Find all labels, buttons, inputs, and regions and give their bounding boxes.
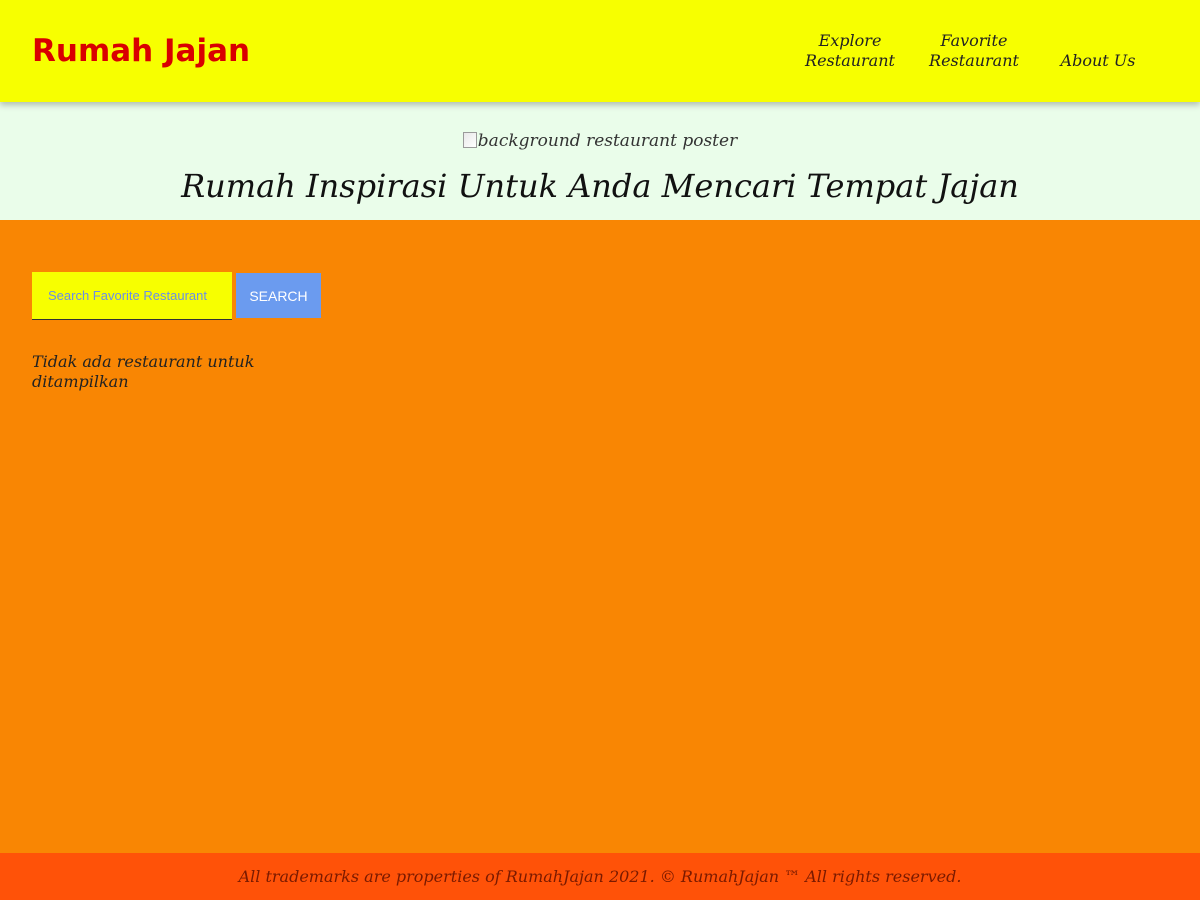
app-header: Rumah Jajan Explore Restaurant Favorite … — [0, 0, 1200, 102]
nav-favorite-line2: Restaurant — [929, 51, 1019, 70]
nav-explore-restaurant[interactable]: Explore Restaurant — [788, 31, 912, 71]
hero-title: Rumah Inspirasi Untuk Anda Mencari Tempa… — [181, 167, 1019, 205]
page-footer: All trademarks are properties of RumahJa… — [0, 853, 1200, 900]
search-input[interactable] — [32, 272, 232, 320]
broken-image-icon — [462, 132, 477, 148]
empty-state-message: Tidak ada restaurant untuk ditampilkan — [32, 352, 255, 391]
search-button[interactable]: SEARCH — [236, 273, 321, 318]
nav-explore-line1: Explore — [818, 31, 882, 50]
hero-section: background restaurant poster Rumah Inspi… — [0, 102, 1200, 220]
nav-about-line2: About Us — [1060, 51, 1136, 70]
brand-logo-link[interactable]: Rumah Jajan — [32, 31, 250, 71]
nav-favorite-restaurant[interactable]: Favorite Restaurant — [912, 31, 1036, 71]
search-form: SEARCH — [32, 272, 321, 320]
main-nav: Explore Restaurant Favorite Restaurant A… — [788, 0, 1160, 102]
nav-explore-line2: Restaurant — [805, 51, 895, 70]
nav-about-us[interactable]: About Us — [1036, 51, 1160, 71]
hero-poster-alt-text: background restaurant poster — [477, 131, 738, 151]
nav-favorite-line1: Favorite — [940, 31, 1008, 50]
hero-poster-image: background restaurant poster — [0, 130, 1200, 152]
footer-copyright-text: All trademarks are properties of RumahJa… — [238, 867, 962, 886]
